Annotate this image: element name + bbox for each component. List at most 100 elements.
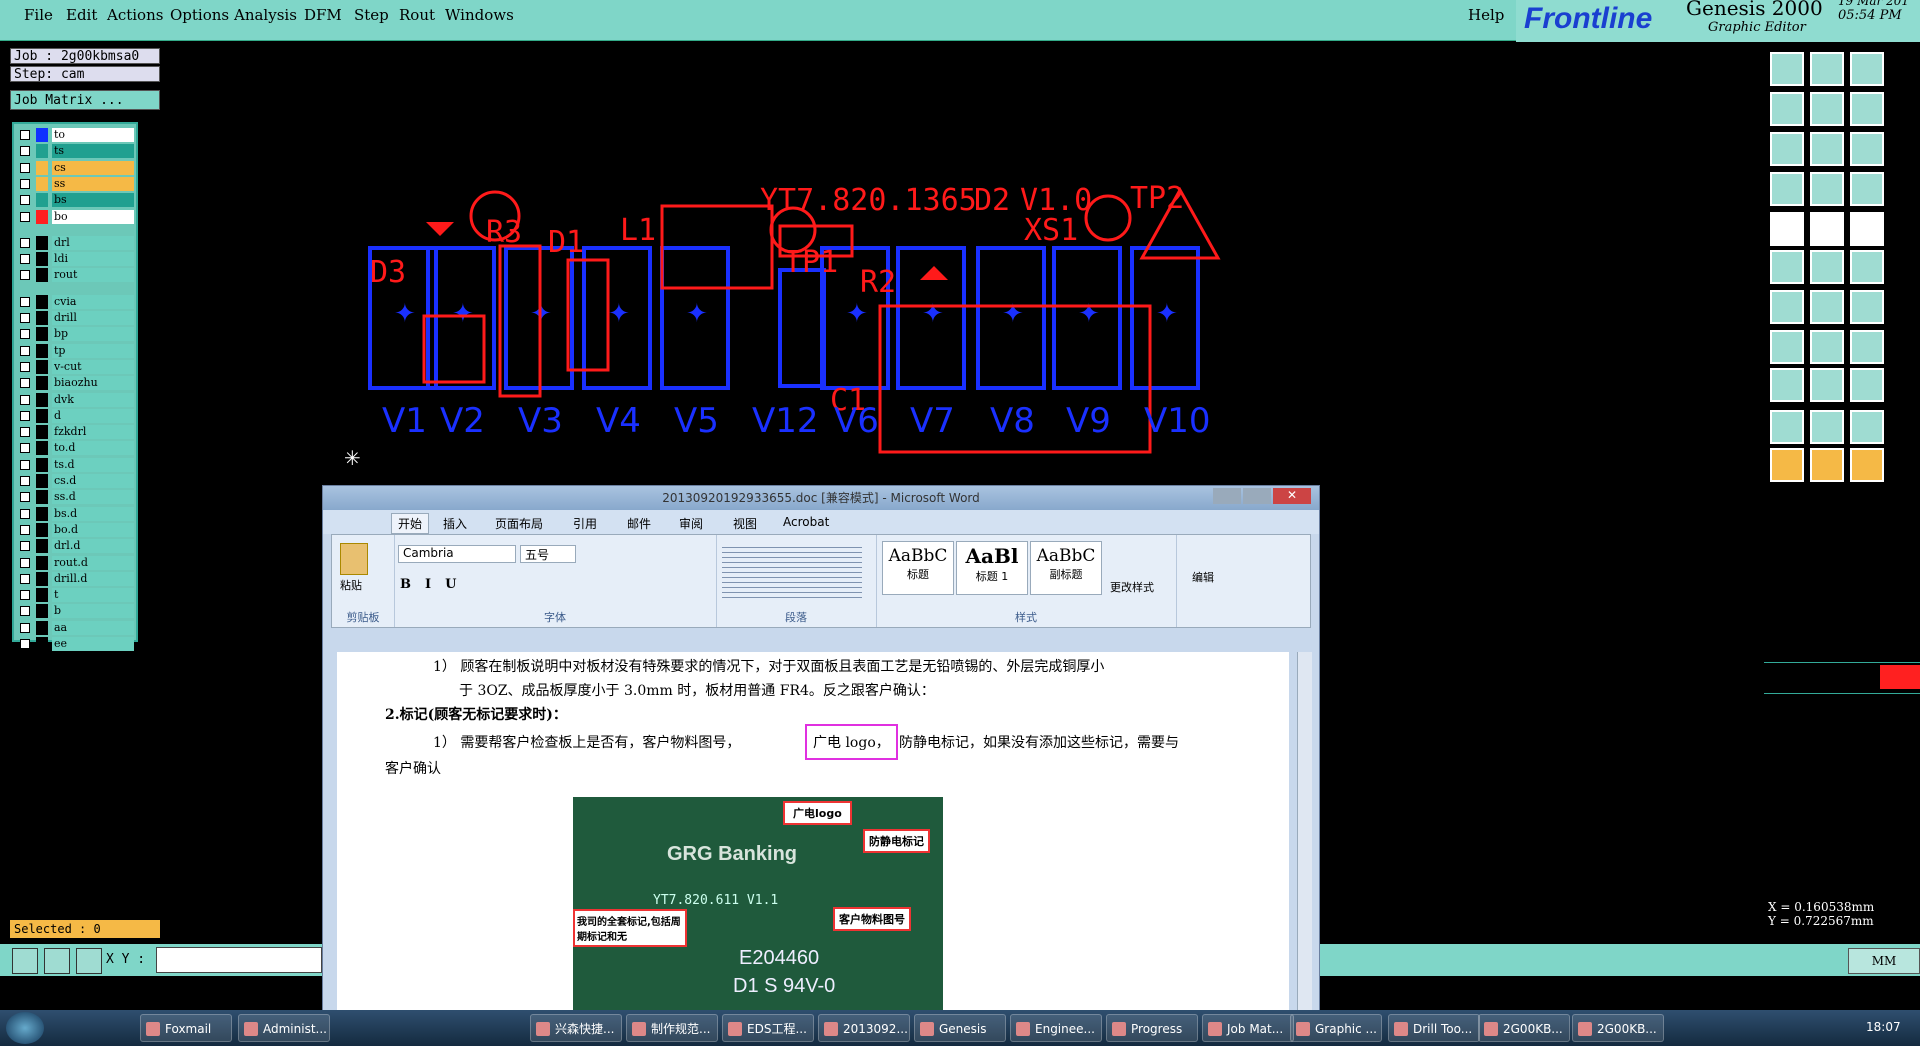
- layer-checkbox[interactable]: [20, 329, 30, 340]
- toolbar-button-icon[interactable]: [1850, 172, 1884, 206]
- layer-row[interactable]: ts.d: [18, 457, 134, 472]
- toolbar-button-icon[interactable]: [1770, 250, 1804, 284]
- layer-checkbox[interactable]: [20, 394, 30, 405]
- taskbar-item[interactable]: Genesis: [914, 1014, 1006, 1042]
- layer-row[interactable]: rout.d: [18, 555, 134, 570]
- layer-row[interactable]: ss: [18, 176, 134, 191]
- layer-row[interactable]: bo: [18, 209, 134, 224]
- start-button[interactable]: [6, 1012, 44, 1044]
- layer-checkbox[interactable]: [20, 313, 30, 323]
- layer-row[interactable]: v-cut: [18, 359, 134, 374]
- toolbar-button-icon[interactable]: [1810, 448, 1844, 482]
- change-style-button[interactable]: 更改样式: [1110, 579, 1154, 595]
- layer-checkbox[interactable]: [20, 508, 30, 519]
- taskbar-item[interactable]: Drill Too...: [1388, 1014, 1480, 1042]
- menu-file[interactable]: File: [24, 6, 53, 24]
- layer-checkbox[interactable]: [20, 541, 30, 552]
- layer-row[interactable]: d: [18, 408, 134, 423]
- layer-checkbox[interactable]: [20, 130, 30, 140]
- toolbar-button-icon[interactable]: [1810, 52, 1844, 86]
- toolbar-button-icon[interactable]: [1850, 368, 1884, 402]
- layer-checkbox[interactable]: [20, 476, 30, 486]
- layer-row[interactable]: ee: [18, 637, 134, 651]
- layer-row[interactable]: to: [18, 128, 134, 142]
- layer-checkbox[interactable]: [20, 345, 30, 356]
- toolbar-button-icon[interactable]: [1810, 172, 1844, 206]
- graphic-canvas[interactable]: ✦ ✦ ✦ ✦ ✦ ✦ ✦ ✦ ✦ ✦ D3 R3 D1 L1 YT7.820.1365 D2 V…: [340, 170, 1290, 470]
- toolbar-button-icon[interactable]: [1810, 330, 1844, 364]
- toolbar-button-icon[interactable]: [1850, 448, 1884, 482]
- layer-row[interactable]: bp: [18, 327, 134, 342]
- layer-row[interactable]: rout: [18, 268, 134, 283]
- toolbar-button-icon[interactable]: [1850, 52, 1884, 86]
- menu-step[interactable]: Step: [354, 6, 389, 24]
- tab-review[interactable]: 审阅: [679, 515, 703, 532]
- grid-tool-icon[interactable]: [76, 948, 102, 974]
- toolbar-button-icon[interactable]: [1810, 212, 1844, 246]
- taskbar-item[interactable]: Administ...: [238, 1014, 330, 1042]
- toolbar-button-icon[interactable]: [1810, 290, 1844, 324]
- measure-tool-icon[interactable]: [44, 948, 70, 974]
- toolbar-button-icon[interactable]: [1770, 92, 1804, 126]
- layer-checkbox[interactable]: [20, 573, 30, 584]
- layer-row[interactable]: bs: [18, 193, 134, 208]
- layer-row[interactable]: ss.d: [18, 490, 134, 505]
- edit-button[interactable]: 编辑: [1192, 569, 1214, 585]
- layer-row[interactable]: biaozhu: [18, 376, 134, 391]
- layer-row[interactable]: to.d: [18, 441, 134, 456]
- font-name-select[interactable]: Cambria: [398, 545, 516, 563]
- layer-row[interactable]: cs.d: [18, 474, 134, 488]
- layer-row[interactable]: bs.d: [18, 506, 134, 521]
- layer-row[interactable]: cvia: [18, 294, 134, 309]
- layer-checkbox[interactable]: [20, 270, 30, 281]
- layer-checkbox[interactable]: [20, 459, 30, 470]
- layer-row[interactable]: cs: [18, 160, 134, 175]
- layer-checkbox[interactable]: [20, 211, 30, 222]
- layer-checkbox[interactable]: [20, 254, 30, 265]
- taskbar-item[interactable]: Progress: [1106, 1014, 1198, 1042]
- layer-checkbox[interactable]: [20, 162, 30, 173]
- taskbar-item[interactable]: 制作规范...: [626, 1014, 718, 1042]
- toolbar-button-icon[interactable]: [1770, 448, 1804, 482]
- layer-checkbox[interactable]: [20, 557, 30, 568]
- layer-checkbox[interactable]: [20, 146, 30, 157]
- tab-acrobat[interactable]: Acrobat: [783, 515, 829, 529]
- tab-insert[interactable]: 插入: [443, 515, 467, 532]
- zoom-tool-icon[interactable]: [12, 948, 38, 974]
- layer-checkbox[interactable]: [20, 606, 30, 617]
- tab-mailings[interactable]: 邮件: [627, 515, 651, 532]
- toolbar-button-icon[interactable]: [1850, 212, 1884, 246]
- layer-row[interactable]: ldi: [18, 252, 134, 267]
- layer-checkbox[interactable]: [20, 639, 30, 649]
- layer-checkbox[interactable]: [20, 178, 30, 189]
- layer-row[interactable]: drill: [18, 311, 134, 325]
- taskbar-item[interactable]: Graphic ...: [1290, 1014, 1382, 1042]
- xy-input[interactable]: [156, 947, 322, 973]
- layer-row[interactable]: fzkdrl: [18, 425, 134, 440]
- menu-help[interactable]: Help: [1468, 6, 1504, 24]
- maximize-icon[interactable]: [1243, 488, 1271, 504]
- units-button[interactable]: MM: [1848, 948, 1920, 974]
- menu-options[interactable]: Options: [170, 6, 229, 24]
- taskbar-item[interactable]: Job Mat...: [1202, 1014, 1294, 1042]
- menu-actions[interactable]: Actions: [107, 6, 163, 24]
- menu-rout[interactable]: Rout: [399, 6, 435, 24]
- tab-view[interactable]: 视图: [733, 515, 757, 532]
- toolbar-button-icon[interactable]: [1770, 330, 1804, 364]
- taskbar-item[interactable]: Foxmail: [140, 1014, 232, 1042]
- layer-checkbox[interactable]: [20, 622, 30, 633]
- job-matrix-button[interactable]: Job Matrix ...: [10, 90, 160, 110]
- toolbar-button-icon[interactable]: [1770, 368, 1804, 402]
- paragraph-tools[interactable]: [722, 543, 862, 599]
- layer-checkbox[interactable]: [20, 410, 30, 421]
- taskbar-item[interactable]: Enginee...: [1010, 1014, 1102, 1042]
- layer-checkbox[interactable]: [20, 296, 30, 307]
- style-subtitle[interactable]: AaBbC 副标题: [1030, 541, 1102, 595]
- toolbar-button-icon[interactable]: [1850, 290, 1884, 324]
- layer-row[interactable]: drl.d: [18, 539, 134, 554]
- layer-row[interactable]: dvk: [18, 392, 134, 407]
- layer-checkbox[interactable]: [20, 361, 30, 372]
- style-title[interactable]: AaBbC 标题: [882, 541, 954, 595]
- tab-layout[interactable]: 页面布局: [495, 515, 543, 532]
- layer-checkbox[interactable]: [20, 492, 30, 503]
